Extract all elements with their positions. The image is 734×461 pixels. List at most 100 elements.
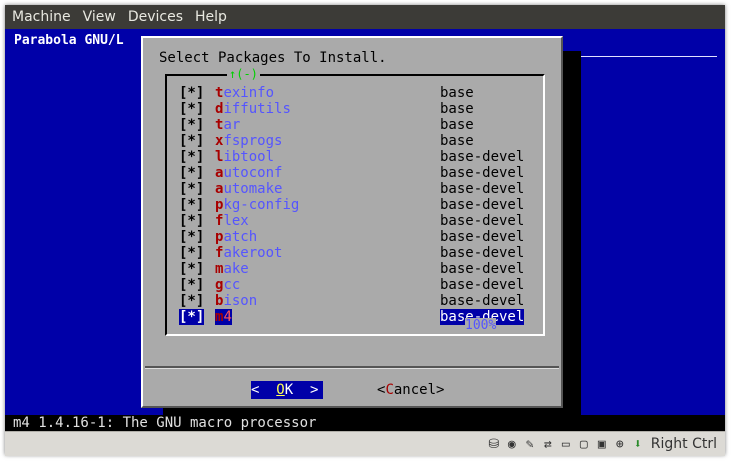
package-row[interactable]: [*] make base-devel [179, 261, 539, 277]
dialog-title: Select Packages To Install. [159, 50, 387, 66]
package-row[interactable]: [*] libtool base-devel [179, 149, 539, 165]
package-name: m4 [215, 309, 232, 325]
package-checkbox[interactable]: [*] [179, 197, 204, 213]
package-row[interactable]: [*] diffutils base [179, 101, 539, 117]
package-name: libtool [215, 149, 274, 165]
package-name: bison [215, 293, 257, 309]
package-row[interactable]: [*] pkg-config base-devel [179, 197, 539, 213]
package-group: base-devel [440, 261, 525, 277]
installer-title: Parabola GNU/L [14, 33, 124, 48]
ok-rest: K [284, 382, 294, 398]
package-row[interactable]: [*] autoconf base-devel [179, 165, 539, 181]
package-row[interactable]: [*] tar base [179, 117, 539, 133]
package-group: base [440, 85, 474, 101]
package-name-rest: ison [223, 293, 258, 309]
package-name: flex [215, 213, 249, 229]
ok-left: < [251, 382, 277, 398]
package-name-rest: lex [223, 213, 249, 229]
scroll-up-indicator: ↑(-) [227, 67, 260, 81]
mouse-integration-icon[interactable]: ⊕ [612, 436, 628, 452]
optical-disk-icon[interactable]: ◉ [504, 436, 520, 452]
button-separator [145, 366, 559, 369]
package-checkbox[interactable]: [*] [179, 165, 204, 181]
package-name-rest: 4 [223, 309, 232, 325]
package-row[interactable]: [*] bison base-devel [179, 293, 539, 309]
package-name-rest: iffutils [223, 101, 291, 117]
package-name-rest: exinfo [223, 85, 275, 101]
cancel-right: > [436, 382, 445, 398]
display-icon[interactable]: ▢ [576, 436, 592, 452]
package-checkbox[interactable]: [*] [179, 293, 204, 309]
menu-machine[interactable]: Machine [5, 9, 77, 25]
package-group: base-devel [440, 277, 525, 293]
package-checkbox[interactable]: [*] [179, 245, 204, 261]
network-icon[interactable]: ⇄ [540, 436, 556, 452]
package-name: autoconf [215, 165, 282, 181]
hard-disk-icon[interactable]: ⛁ [486, 436, 502, 452]
package-checkbox[interactable]: [*] [179, 133, 204, 149]
package-group: base-devel [440, 149, 525, 165]
package-name: xfsprogs [215, 133, 282, 149]
package-group: base [440, 133, 474, 149]
title-rule [561, 56, 717, 57]
package-row[interactable]: [*] flex base-devel [179, 213, 539, 229]
menu-devices[interactable]: Devices [122, 9, 189, 25]
package-name: automake [215, 181, 282, 197]
package-checkbox[interactable]: [*] [179, 181, 204, 197]
host-key-icon: ⬇ [633, 436, 642, 452]
usb-icon[interactable]: ✎ [522, 436, 538, 452]
package-group: base [440, 117, 474, 133]
package-group: base-devel [440, 213, 525, 229]
package-checkbox[interactable]: [*] [179, 309, 205, 325]
package-row[interactable]: [*] xfsprogs base [179, 133, 539, 149]
package-name-rest: utomake [223, 181, 283, 197]
package-row[interactable]: [*] gcc base-devel [179, 277, 539, 293]
ok-button[interactable]: < OK > [251, 381, 323, 399]
package-row[interactable]: [*] fakeroot base-devel [179, 245, 539, 261]
package-name-rest: atch [223, 229, 258, 245]
package-group: base-devel [440, 293, 525, 309]
package-checkbox[interactable]: [*] [179, 117, 204, 133]
package-group: base-devel [440, 197, 525, 213]
package-list[interactable]: [*] texinfo base [*] diffutils base [*] tar base… [165, 74, 545, 336]
menu-view[interactable]: View [77, 9, 122, 25]
package-name-rest: fsprogs [223, 133, 283, 149]
package-checkbox[interactable]: [*] [179, 213, 204, 229]
package-name-rest: ake [223, 261, 249, 277]
package-name: gcc [215, 277, 240, 293]
package-checkbox[interactable]: [*] [179, 101, 204, 117]
package-name: pkg-config [215, 197, 299, 213]
package-dialog: Select Packages To Install. [*] texinfo ba… [141, 36, 563, 408]
cancel-hotkey: C [385, 382, 394, 398]
menubar: Machine View Devices Help [5, 5, 725, 29]
package-name-rest: ibtool [223, 149, 275, 165]
capture-icon[interactable]: ▣ [594, 436, 610, 452]
package-name: tar [215, 117, 240, 133]
ok-hotkey: O [276, 382, 285, 398]
package-checkbox[interactable]: [*] [179, 149, 204, 165]
package-group: base-devel [440, 181, 525, 197]
package-name-rest: ar [223, 117, 241, 133]
package-name: fakeroot [215, 245, 282, 261]
package-row[interactable]: [*] texinfo base [179, 85, 539, 101]
package-name: make [215, 261, 249, 277]
cancel-button[interactable]: <Cancel> [377, 381, 444, 399]
virtualbox-window: Machine View Devices Help Parabola GNU/L… [5, 5, 725, 456]
package-checkbox[interactable]: [*] [179, 229, 204, 245]
package-name-rest: utoconf [223, 165, 283, 181]
package-checkbox[interactable]: [*] [179, 277, 204, 293]
ok-right: > [293, 382, 319, 398]
package-group: base-devel [440, 245, 525, 261]
package-name-rest: akeroot [223, 245, 283, 261]
package-checkbox[interactable]: [*] [179, 261, 204, 277]
vm-screen[interactable]: Parabola GNU/L Select Packages To Instal… [5, 29, 725, 431]
package-name-rest: cc [223, 277, 241, 293]
package-row[interactable]: [*] patch base-devel [179, 229, 539, 245]
cancel-rest: ancel [393, 382, 437, 398]
package-row[interactable]: [*] automake base-devel [179, 181, 539, 197]
package-group: base-devel [440, 229, 525, 245]
shared-folder-icon[interactable]: ▭ [558, 436, 574, 452]
package-name-rest: kg-config [223, 197, 300, 213]
menu-help[interactable]: Help [189, 9, 233, 25]
package-checkbox[interactable]: [*] [179, 85, 204, 101]
